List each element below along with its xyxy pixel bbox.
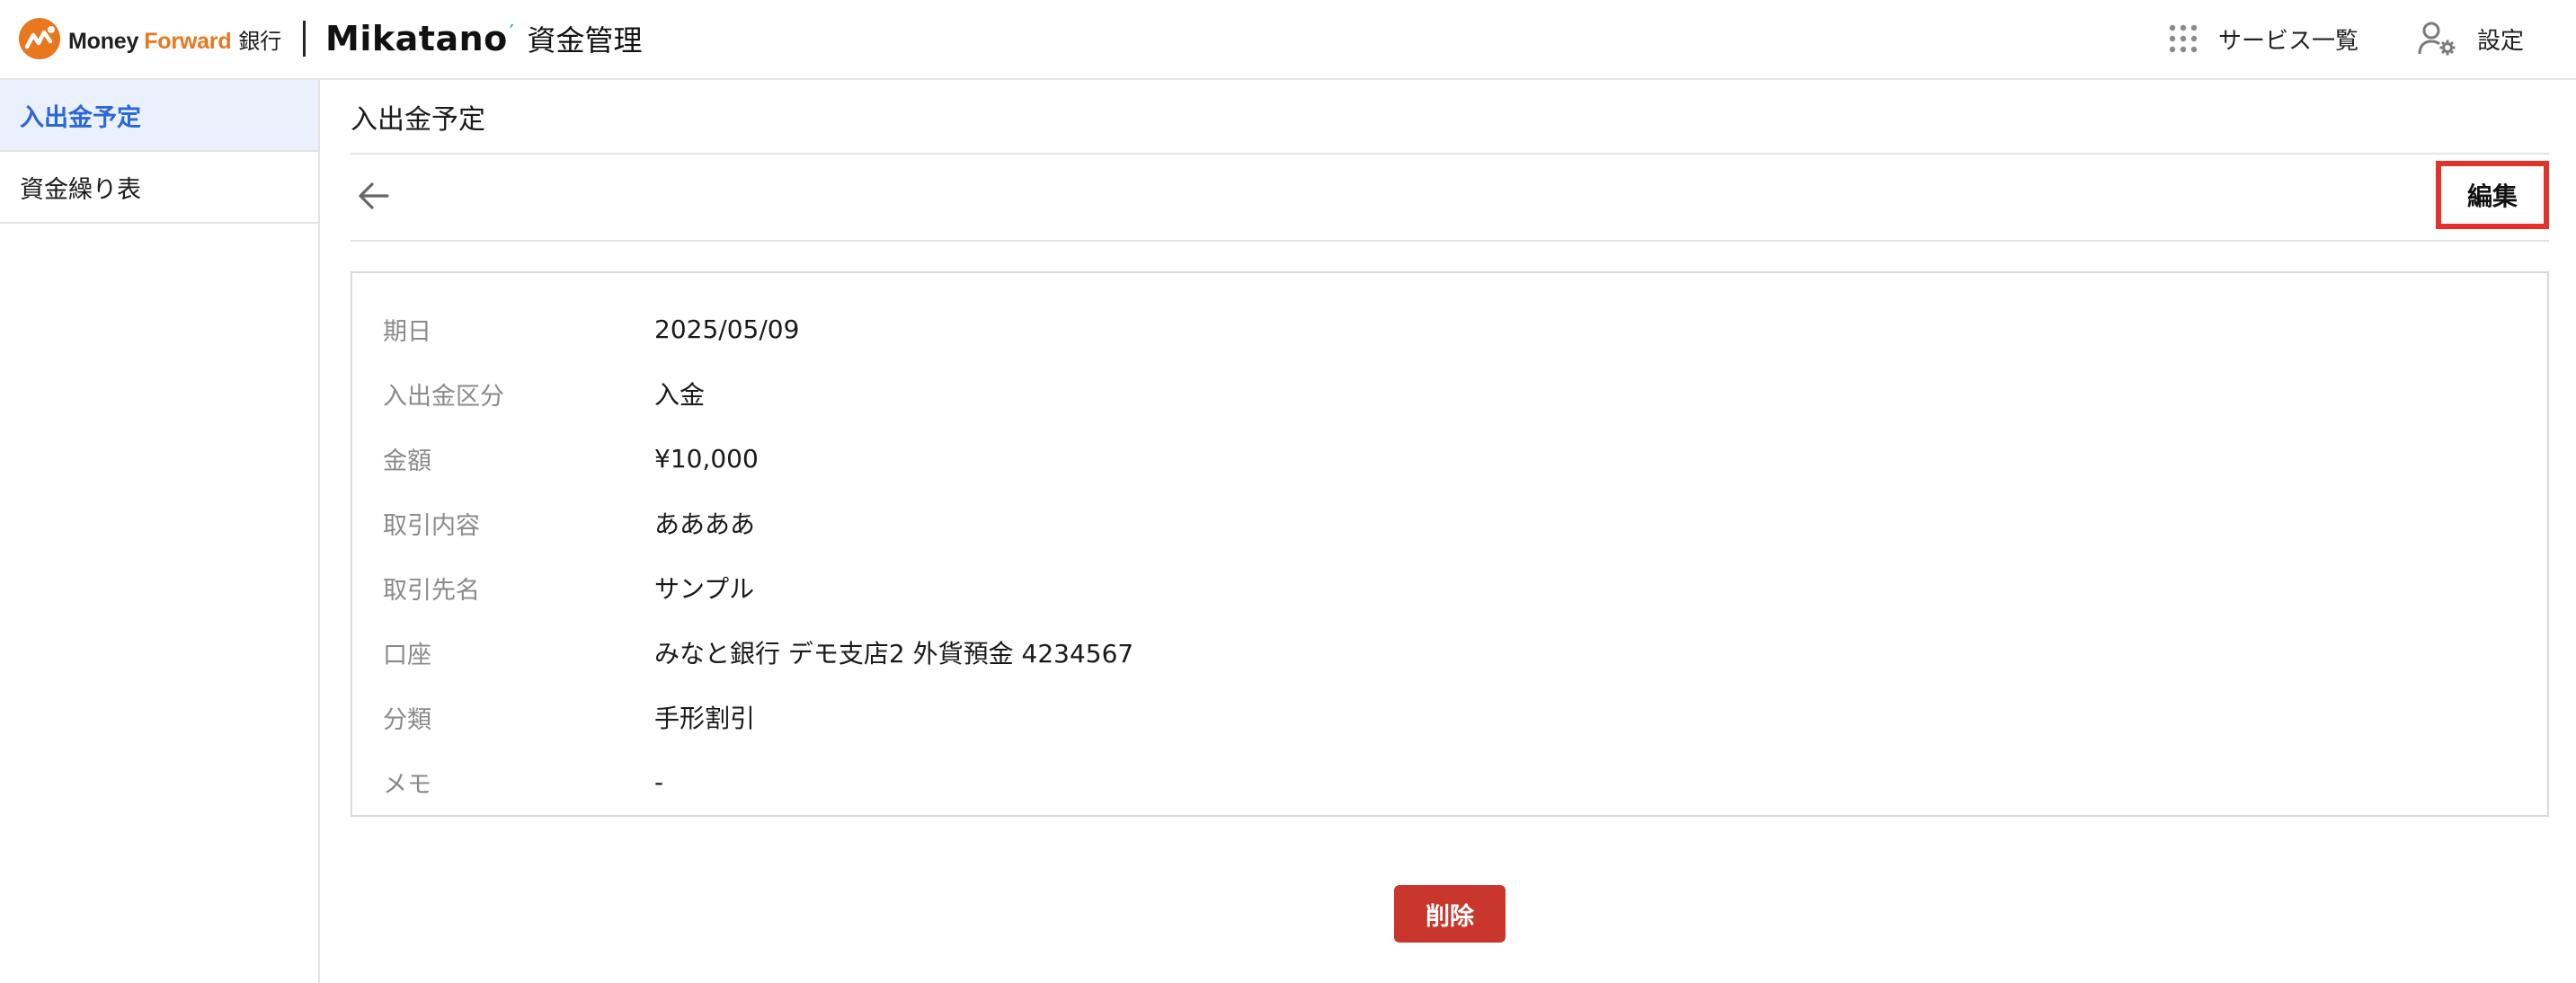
- detail-row-description: 取引内容 ああああ: [352, 491, 2547, 555]
- detail-row-category: 分類 手形割引: [352, 685, 2547, 749]
- header-actions: サービス一覧 設定: [2109, 16, 2524, 61]
- detail-row-due-date: 期日 2025/05/09: [352, 297, 2547, 361]
- mikatano-logo: Mikatano ′: [325, 19, 515, 58]
- field-value: 2025/05/09: [654, 314, 800, 344]
- field-label: 期日: [383, 317, 431, 346]
- sidebar-item-cash-forecast[interactable]: 資金繰り表: [0, 152, 318, 224]
- sidebar-item-label: 資金繰り表: [20, 175, 141, 204]
- detail-row-type: 入出金区分 入金: [352, 361, 2547, 426]
- field-label: 入出金区分: [383, 382, 504, 411]
- services-menu-button[interactable]: サービス一覧: [2168, 22, 2358, 56]
- mikatano-wordmark: Mikatano: [325, 19, 508, 58]
- field-value: -: [654, 766, 664, 797]
- settings-button[interactable]: 設定: [2418, 21, 2524, 57]
- delete-button[interactable]: 削除: [1394, 885, 1506, 943]
- brand-logo[interactable]: Money Forward 銀行 Mikatano ′ 資金管理: [18, 16, 643, 61]
- field-value: みなと銀行 デモ支店2 外貨預金 4234567: [654, 639, 1134, 669]
- user-gear-icon: [2418, 22, 2456, 56]
- services-label: サービス一覧: [2217, 27, 2358, 55]
- product-name: 資金管理: [527, 23, 643, 58]
- field-label: 口座: [383, 641, 431, 669]
- sidebar-item-cashflow-schedule[interactable]: 入出金予定: [0, 80, 318, 152]
- grid-dots-icon: [2169, 24, 2198, 53]
- app-header: Money Forward 銀行 Mikatano ′ 資金管理 サービス一覧: [0, 0, 2576, 80]
- field-value: 手形割引: [654, 704, 756, 733]
- field-label: 取引先名: [383, 576, 480, 605]
- edit-button[interactable]: 編集: [2436, 161, 2549, 229]
- back-button[interactable]: [354, 176, 394, 216]
- brand-forward: Forward: [144, 28, 232, 54]
- field-value: 入金: [654, 380, 706, 410]
- detail-row-memo: メモ -: [352, 749, 2547, 814]
- settings-label: 設定: [2476, 27, 2524, 55]
- detail-toolbar: 編集: [351, 155, 2549, 242]
- money-forward-logo-icon: [19, 18, 60, 59]
- detail-row-counterparty: 取引先名 サンプル: [352, 555, 2547, 620]
- arrow-left-icon: [359, 182, 389, 209]
- page-title: 入出金予定: [351, 80, 2549, 155]
- sidebar-item-label: 入出金予定: [20, 103, 141, 132]
- field-label: 取引内容: [383, 511, 480, 540]
- main-content: 入出金予定 編集 期日 2025/05/09 入出金区分 入金 金額 ¥10,0…: [351, 80, 2549, 983]
- brand-bank: 銀行: [238, 28, 282, 54]
- field-value: ああああ: [654, 509, 756, 539]
- brand-money: Money: [68, 28, 139, 54]
- field-value: ¥10,000: [654, 443, 759, 474]
- sidebar: 入出金予定 資金繰り表: [0, 80, 320, 983]
- mikatano-tick-icon: ′: [509, 21, 515, 42]
- brand-text: Money Forward 銀行: [68, 23, 281, 55]
- detail-row-amount: 金額 ¥10,000: [352, 426, 2547, 491]
- detail-card: 期日 2025/05/09 入出金区分 入金 金額 ¥10,000 取引内容 あ…: [351, 271, 2549, 817]
- field-label: 分類: [383, 705, 431, 734]
- field-value: サンプル: [654, 574, 755, 604]
- detail-row-account: 口座 みなと銀行 デモ支店2 外貨預金 4234567: [352, 620, 2547, 685]
- brand-divider: [303, 21, 306, 57]
- page-title-text: 入出金予定: [351, 103, 485, 136]
- field-label: メモ: [383, 770, 431, 799]
- field-label: 金額: [383, 447, 431, 475]
